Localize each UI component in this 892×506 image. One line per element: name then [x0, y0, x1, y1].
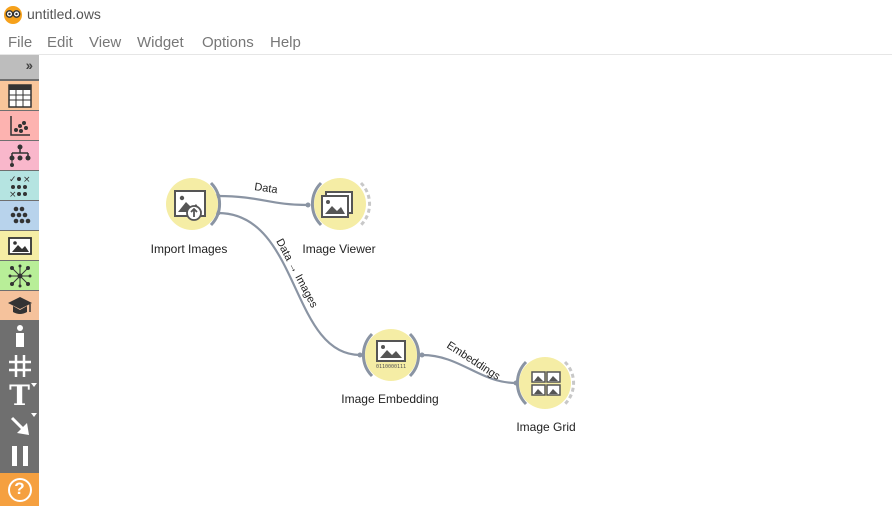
tool-pause[interactable]	[0, 441, 39, 471]
category-image-analytics[interactable]	[0, 231, 39, 260]
tool-info[interactable]	[0, 321, 39, 351]
menu-view[interactable]: View	[89, 34, 121, 51]
node-image-viewer[interactable]	[310, 178, 372, 230]
node-image-grid[interactable]	[515, 357, 576, 409]
widget-toolbox: ›› ✓ × × T ?	[0, 55, 39, 506]
arrow-annotation-icon	[10, 416, 29, 435]
link-import-to-viewer[interactable]	[217, 194, 309, 207]
image-embedding-icon: 0110000111	[376, 340, 406, 370]
category-visualize[interactable]	[0, 111, 39, 140]
dropdown-triangle-icon	[31, 413, 37, 417]
category-model[interactable]	[0, 141, 39, 170]
link-import-to-embedding[interactable]	[217, 211, 361, 357]
cluster-icon	[10, 206, 30, 223]
grid-icon	[8, 355, 31, 377]
category-data[interactable]	[0, 81, 39, 110]
menu-options[interactable]: Options	[202, 34, 254, 51]
toolbox-expand-button[interactable]: ››	[0, 55, 39, 79]
menu-file[interactable]: File	[8, 34, 32, 51]
workflow-canvas[interactable]: Data Data → Images Embeddings 0110000111…	[40, 55, 892, 506]
tool-help[interactable]: ?	[0, 473, 39, 506]
node-label-image-viewer: Image Viewer	[302, 242, 376, 256]
svg-text:✓: ✓	[9, 175, 17, 185]
input-anchor	[305, 202, 311, 208]
category-evaluate[interactable]: ✓ × ×	[0, 171, 39, 200]
expand-chevron-icon: ››	[25, 57, 33, 73]
tool-arrow-annotation[interactable]	[0, 411, 39, 441]
node-label-image-grid: Image Grid	[516, 420, 576, 434]
binary-code-text: 0110000111	[376, 364, 406, 370]
pause-icon	[11, 446, 28, 466]
dropdown-triangle-icon	[31, 383, 37, 387]
node-label-import-images: Import Images	[150, 242, 228, 256]
svg-text:×: ×	[23, 175, 31, 185]
category-unsupervised[interactable]	[0, 201, 39, 230]
info-icon	[15, 325, 24, 347]
output-anchor	[419, 352, 425, 358]
text-annotation-icon: T	[9, 379, 30, 412]
svg-text:×: ×	[9, 190, 17, 198]
node-label-image-embedding: Image Embedding	[341, 392, 439, 406]
link-label-data: Data	[254, 181, 280, 196]
education-icon	[7, 296, 32, 314]
menu-widget[interactable]: Widget	[137, 34, 184, 51]
window-title: untitled.ows	[27, 6, 101, 22]
menu-bar: File Edit View Widget Options Help	[0, 30, 892, 55]
workflow-svg: Data Data → Images Embeddings 0110000111	[166, 178, 576, 409]
import-images-icon	[174, 190, 206, 221]
evaluate-icon: ✓ × ×	[9, 175, 31, 198]
orange-app-icon	[4, 6, 22, 24]
node-image-embedding[interactable]: 0110000111	[361, 329, 421, 381]
input-anchor	[357, 352, 363, 358]
scatter-plot-icon	[9, 115, 30, 136]
category-network[interactable]	[0, 261, 39, 290]
image-viewer-icon	[321, 191, 353, 218]
menu-edit[interactable]: Edit	[47, 34, 73, 51]
tool-grid[interactable]	[0, 351, 39, 381]
tool-text-annotation[interactable]: T	[0, 381, 39, 411]
category-educational[interactable]	[0, 291, 39, 320]
table-icon	[7, 83, 32, 108]
title-bar: untitled.ows	[0, 0, 892, 30]
menu-help[interactable]: Help	[270, 34, 301, 51]
help-question-mark: ?	[14, 479, 25, 498]
node-import-images[interactable]	[166, 178, 222, 230]
network-icon	[8, 264, 31, 287]
image-analytics-icon	[7, 236, 32, 255]
tree-icon	[9, 144, 30, 167]
